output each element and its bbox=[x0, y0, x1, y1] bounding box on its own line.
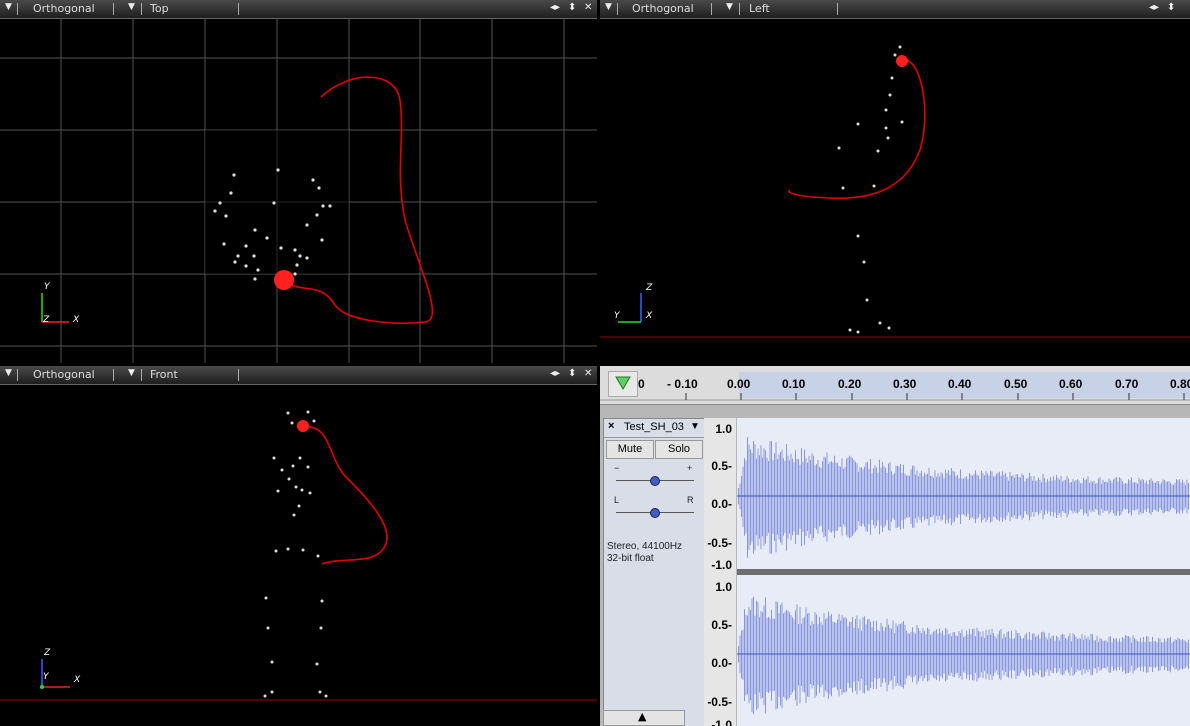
mute-button[interactable]: Mute bbox=[606, 440, 654, 459]
axis-gizmo: Z Y X bbox=[614, 283, 653, 323]
svg-text:X: X bbox=[73, 675, 81, 685]
track-control-panel: × Test_SH_03 ▼ Mute Solo − + L R Stereo,… bbox=[603, 418, 705, 726]
ruler-ticks bbox=[600, 393, 1190, 401]
amplitude-ruler: 1.0 0.5- 0.0- -0.5- -1.0 1.0 0.5- 0.0- -… bbox=[704, 418, 736, 726]
viewport-top[interactable]: ▼ Orthogonal ▼ Top ◂▸ ⬍ ✕ Y Z X bbox=[0, 0, 597, 363]
audio-editor: 0 - 0.10 0.00 0.10 0.20 0.30 0.40 0.50 0… bbox=[600, 366, 1190, 726]
track-name-menu[interactable]: Test_SH_03 bbox=[624, 421, 684, 433]
trajectory-path bbox=[788, 59, 926, 200]
waveform-channel-right bbox=[738, 596, 1189, 715]
marker-points bbox=[837, 45, 904, 334]
svg-text:X: X bbox=[645, 311, 653, 321]
svg-text:X: X bbox=[72, 315, 80, 325]
waveform-canvas bbox=[737, 437, 1190, 715]
svg-text:Y: Y bbox=[44, 282, 51, 292]
tracked-marker bbox=[896, 55, 908, 67]
pan-left-label: L bbox=[614, 495, 620, 505]
pan-slider-knob[interactable] bbox=[650, 508, 660, 518]
axis-gizmo: Z Y X bbox=[40, 648, 81, 689]
track-menu-arrow-icon[interactable]: ▼ bbox=[690, 421, 700, 432]
gain-minus-label: − bbox=[614, 463, 620, 473]
collapse-arrow-icon: ▲ bbox=[638, 710, 647, 723]
marker-points bbox=[263, 410, 328, 698]
viewport-canvas[interactable]: Z Y X bbox=[0, 366, 597, 726]
svg-text:Z: Z bbox=[43, 648, 51, 658]
svg-text:Y: Y bbox=[614, 311, 621, 321]
timeline-ruler[interactable]: 0 - 0.10 0.00 0.10 0.20 0.30 0.40 0.50 0… bbox=[600, 366, 1190, 405]
track-area: × Test_SH_03 ▼ Mute Solo − + L R Stereo,… bbox=[600, 405, 1190, 726]
solo-button[interactable]: Solo bbox=[655, 440, 703, 459]
tracked-marker bbox=[297, 420, 309, 432]
gain-plus-label: + bbox=[687, 463, 693, 473]
svg-text:Z: Z bbox=[42, 315, 50, 325]
svg-text:Y: Y bbox=[43, 672, 50, 682]
track-info: Stereo, 44100Hz 32-bit float bbox=[607, 541, 683, 564]
viewport-canvas[interactable]: Y Z X bbox=[0, 0, 597, 363]
trajectory-path bbox=[303, 426, 388, 565]
viewport-canvas[interactable]: Z Y X bbox=[600, 0, 1190, 363]
viewport-front[interactable]: ▼ Orthogonal ▼ Front ◂▸ ⬍ ✕ Z Y X bbox=[0, 366, 597, 726]
collapse-track-button[interactable]: ▲ bbox=[603, 710, 685, 726]
viewport-left[interactable]: ▼ Orthogonal ▼ Left ◂▸ ⬍ Z Y X bbox=[600, 0, 1190, 363]
close-track-button[interactable]: × bbox=[608, 420, 614, 432]
pan-right-label: R bbox=[687, 495, 694, 505]
svg-text:Z: Z bbox=[645, 283, 653, 293]
tracked-marker bbox=[274, 270, 294, 290]
gain-slider-knob[interactable] bbox=[650, 476, 660, 486]
waveform-channel-left bbox=[738, 437, 1189, 558]
waveform-display[interactable] bbox=[737, 418, 1190, 726]
track-header: × Test_SH_03 ▼ bbox=[604, 419, 704, 438]
